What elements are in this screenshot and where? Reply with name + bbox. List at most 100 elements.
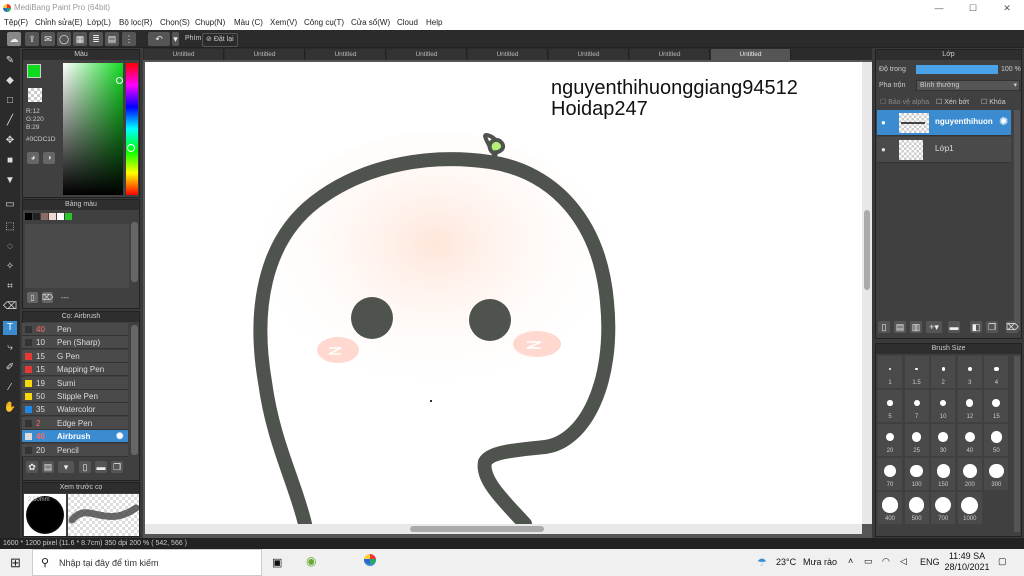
brush-item[interactable]: 19 Sumi (22, 376, 128, 390)
palette-scrollbar[interactable] (131, 222, 138, 282)
brush-scrollbar[interactable] (131, 325, 138, 455)
close-button[interactable]: ✕ (990, 0, 1024, 16)
minimize-button[interactable]: — (922, 0, 956, 16)
tab-document-active[interactable]: Untitled (711, 49, 791, 60)
chevron-up-icon[interactable]: ˄ (848, 556, 853, 566)
comment-icon[interactable]: ✉ (41, 32, 55, 46)
palette-swatch[interactable] (25, 213, 32, 220)
task-view-icon[interactable]: ▣ (272, 556, 282, 569)
duplicate-icon[interactable]: ❐ (986, 321, 998, 333)
network-icon[interactable]: ▭ (864, 556, 873, 567)
palette-swatch[interactable] (49, 213, 56, 220)
sv-cursor[interactable] (116, 77, 123, 84)
reset-button[interactable]: ⊘ Đặt lại (202, 33, 238, 47)
vertical-scrollbar[interactable] (862, 62, 872, 524)
menu-window[interactable]: Cửa sổ(W) (351, 16, 390, 30)
speech-icon[interactable]: ◯ (57, 32, 71, 46)
maximize-button[interactable]: ☐ (956, 0, 990, 16)
lock-checkbox[interactable]: ☐ Khóa (981, 98, 1006, 106)
clipping-checkbox[interactable]: ☐ Xén bớt (936, 98, 969, 106)
menu-view[interactable]: Xem(V) (270, 16, 297, 30)
brush-size-cell[interactable]: 12 (957, 390, 982, 422)
brush-size-cell[interactable]: 500 (904, 492, 929, 524)
weather-icon[interactable]: ☂ (757, 556, 767, 569)
menu-help[interactable]: Help (426, 16, 442, 30)
brush-size-cell[interactable]: 400 (878, 492, 902, 524)
brush-size-cell[interactable]: 700 (931, 492, 956, 524)
eye-icon[interactable]: ● (881, 145, 886, 154)
add-layer-dropdown-icon[interactable]: +▾ (926, 321, 942, 333)
vertical-scroll-thumb[interactable] (864, 210, 870, 290)
brush-size-cell[interactable]: 1.5 (904, 356, 929, 388)
foreground-color-swatch[interactable] (27, 64, 41, 78)
eyedropper-icon[interactable]: ⁄ (3, 381, 17, 395)
transparent-swatch[interactable] (28, 88, 42, 102)
trash-icon[interactable]: ⌦ (1006, 321, 1019, 333)
brush-item[interactable]: 15 Mapping Pen (22, 363, 128, 377)
brush-size-cell[interactable]: 70 (878, 458, 902, 490)
brush-size-scrollbar[interactable] (1014, 356, 1020, 532)
brush-size-cell[interactable]: 15 (984, 390, 1009, 422)
brush-item[interactable]: 50 Stipple Pen (22, 390, 128, 403)
protect-alpha-checkbox[interactable]: ☐ Bảo vệ alpha (880, 98, 929, 106)
tab-document[interactable]: Untitled (225, 49, 305, 60)
brush-size-cell[interactable]: 5 (878, 390, 902, 422)
gear-icon[interactable]: ✺ (116, 430, 124, 443)
opacity-slider[interactable] (916, 65, 998, 74)
brush-size-cell[interactable]: 4 (984, 356, 1009, 388)
brush-options-icon[interactable]: ▤ (42, 461, 54, 473)
menu-tools[interactable]: Công cụ(T) (304, 16, 344, 30)
rect-tool-icon[interactable]: □ (3, 94, 17, 108)
palette-swatch[interactable] (41, 213, 48, 220)
palette-swatch[interactable] (65, 213, 72, 220)
taskbar-search[interactable]: ⚲ Nhập tại đây để tìm kiếm (32, 549, 262, 576)
menu-file[interactable]: Tệp(F) (4, 16, 28, 30)
bucket-tool-icon[interactable]: ▼ (3, 174, 17, 188)
eraser-tool-icon[interactable]: ◆ (3, 74, 17, 88)
brush-size-cell[interactable]: 25 (904, 424, 929, 456)
new-layer-icon[interactable]: ▯ (878, 321, 890, 333)
trash-icon[interactable]: ⌦ (42, 292, 53, 303)
lasso-tool-icon[interactable]: ◌ (3, 240, 17, 254)
brush-item[interactable]: 40 Pen (22, 323, 128, 336)
brush-item[interactable]: 20 Pencil (22, 443, 128, 457)
gear-icon[interactable]: ✺ (999, 115, 1008, 128)
palette-swatch[interactable] (33, 213, 40, 220)
folder-icon[interactable]: ▬ (948, 321, 960, 333)
cloud-icon[interactable]: ☁ (7, 32, 21, 46)
brush-item[interactable]: 15 G Pen (22, 349, 128, 363)
select-tool-icon[interactable]: ⬚ (3, 220, 17, 234)
hue-cursor[interactable] (127, 144, 135, 152)
add-brush-icon[interactable]: ✿ (26, 461, 38, 473)
grid-icon[interactable]: ▦ (73, 32, 87, 46)
tab-document[interactable]: Untitled (549, 49, 629, 60)
brush-item[interactable]: 2 Edge Pen (22, 416, 128, 430)
gradient-tool-icon[interactable]: ▭ (3, 198, 17, 212)
notification-icon[interactable]: ▢ (998, 556, 1007, 567)
brush-size-cell[interactable]: 150 (931, 458, 956, 490)
copy-icon[interactable]: ❐ (111, 461, 123, 473)
drawing-canvas[interactable]: nguyenthihuonggiang94512 Hoidap247 (145, 62, 862, 524)
windows-start-icon[interactable]: ⊞ (10, 556, 23, 569)
tab-document[interactable]: Untitled (387, 49, 467, 60)
halftone-layer-icon[interactable]: ▥ (910, 321, 922, 333)
brush-size-cell[interactable]: 10 (931, 390, 956, 422)
menu-edit[interactable]: Chỉnh sửa(E) (35, 16, 83, 30)
brush-size-cell[interactable]: 1 (878, 356, 902, 388)
layout-icon[interactable]: ▤ (105, 32, 119, 46)
eye-icon[interactable]: ● (881, 118, 886, 127)
brush-size-cell[interactable]: 20 (878, 424, 902, 456)
brush-size-cell[interactable]: 30 (931, 424, 956, 456)
brush-size-cell[interactable]: 40 (957, 424, 982, 456)
menu-capture[interactable]: Chụp(N) (195, 16, 225, 30)
tab-document[interactable]: Untitled (144, 49, 224, 60)
history-dropdown-icon[interactable]: ▾ (172, 32, 179, 46)
text-tool-icon[interactable]: T (3, 321, 17, 335)
folder-icon[interactable]: ▬ (95, 461, 107, 473)
brush-size-cell[interactable]: 100 (904, 458, 929, 490)
brush-size-cell[interactable]: 300 (984, 458, 1009, 490)
eyedrop-icon[interactable]: ◑ (43, 152, 55, 164)
layer-row[interactable]: ● nguyenthihuon ✺ (877, 110, 1011, 136)
layer-scrollbar[interactable] (1014, 110, 1020, 330)
medibang-taskbar-icon[interactable] (364, 554, 376, 566)
